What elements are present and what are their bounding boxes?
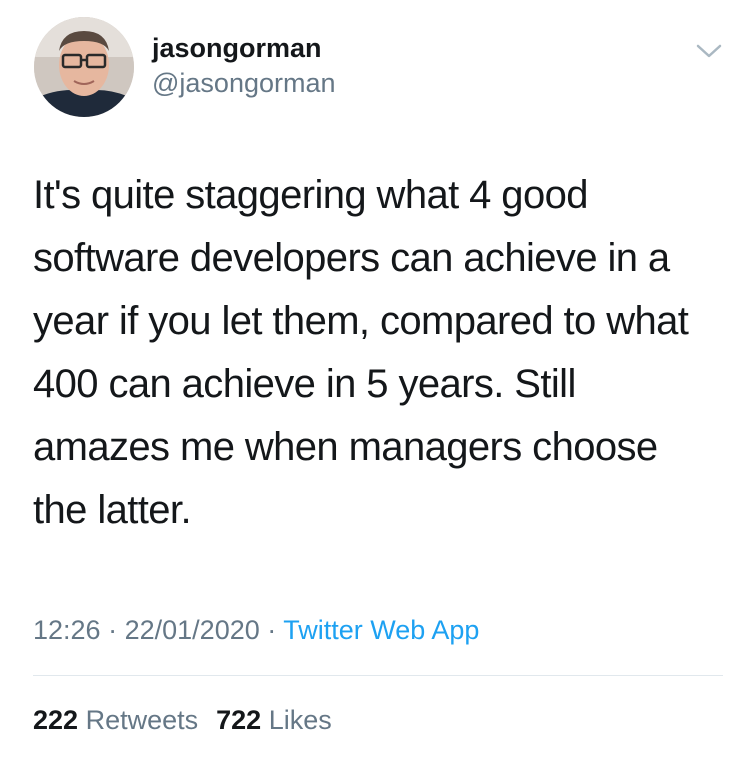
likes-count: 722	[216, 705, 262, 735]
tweet-text: It's quite staggering what 4 good softwa…	[33, 173, 689, 532]
tweet-source-link[interactable]: Twitter Web App	[283, 615, 479, 645]
author-info: jasongorman @jasongorman	[152, 31, 336, 100]
avatar[interactable]	[34, 17, 134, 117]
divider	[33, 675, 723, 676]
retweets-count: 222	[33, 705, 79, 735]
tweet-stats: 222 Retweets 722 Likes	[33, 702, 332, 738]
retweets-label: Retweets	[85, 705, 199, 735]
tweet-meta: 12:26 · 22/01/2020 · Twitter Web App	[33, 612, 479, 648]
likes-stat[interactable]: 722 Likes	[216, 705, 332, 735]
likes-label: Likes	[268, 705, 332, 735]
user-handle[interactable]: @jasongorman	[152, 66, 336, 100]
display-name[interactable]: jasongorman	[152, 31, 336, 65]
profile-photo-icon	[34, 17, 134, 117]
meta-separator: ·	[108, 615, 118, 645]
tweet-card: jasongorman @jasongorman It's quite stag…	[0, 0, 750, 757]
tweet-menu-button[interactable]	[694, 40, 724, 62]
tweet-time[interactable]: 12:26	[33, 615, 101, 645]
chevron-down-icon	[696, 44, 722, 58]
tweet-date[interactable]: 22/01/2020	[125, 615, 260, 645]
retweets-stat[interactable]: 222 Retweets	[33, 705, 198, 735]
meta-separator: ·	[267, 615, 277, 645]
